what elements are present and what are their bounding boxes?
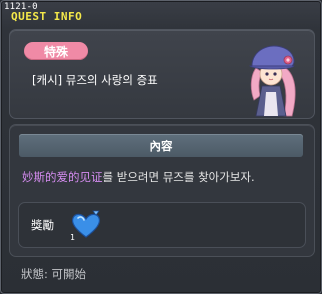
quest-description: 妙斯的爱的见证를 받으려면 뮤즈를 찾아가보자. [22, 169, 255, 185]
reward-item-count: 1 [70, 233, 75, 241]
category-badge: 特殊 [24, 42, 88, 60]
window-title: QUEST INFO [11, 10, 83, 23]
reward-label: 獎勵 [31, 218, 54, 232]
quest-status: 狀態: 可開始 [21, 267, 87, 281]
quest-description-rest: 를 받으려면 뮤즈를 찾아가보자. [102, 170, 255, 184]
content-section-header: 內容 [19, 134, 303, 157]
blue-heart-icon[interactable]: 1 [69, 209, 103, 241]
reward-box: 獎勵 1 [18, 202, 306, 248]
quest-name: [캐시] 뮤즈의 사랑의 증표 [32, 73, 158, 87]
quest-summary-panel: 特殊 [캐시] 뮤즈의 사랑의 증표 [9, 29, 315, 119]
quest-info-window: 1121-0 QUEST INFO 特殊 [캐시] 뮤즈의 사랑의 증표 內容 … [0, 0, 322, 294]
quest-detail-panel: 內容 妙斯的爱的见证를 받으려면 뮤즈를 찾아가보자. 獎勵 1 [9, 124, 315, 257]
quest-item-highlight: 妙斯的爱的见证 [22, 170, 103, 184]
npc-portrait-icon [249, 45, 296, 117]
